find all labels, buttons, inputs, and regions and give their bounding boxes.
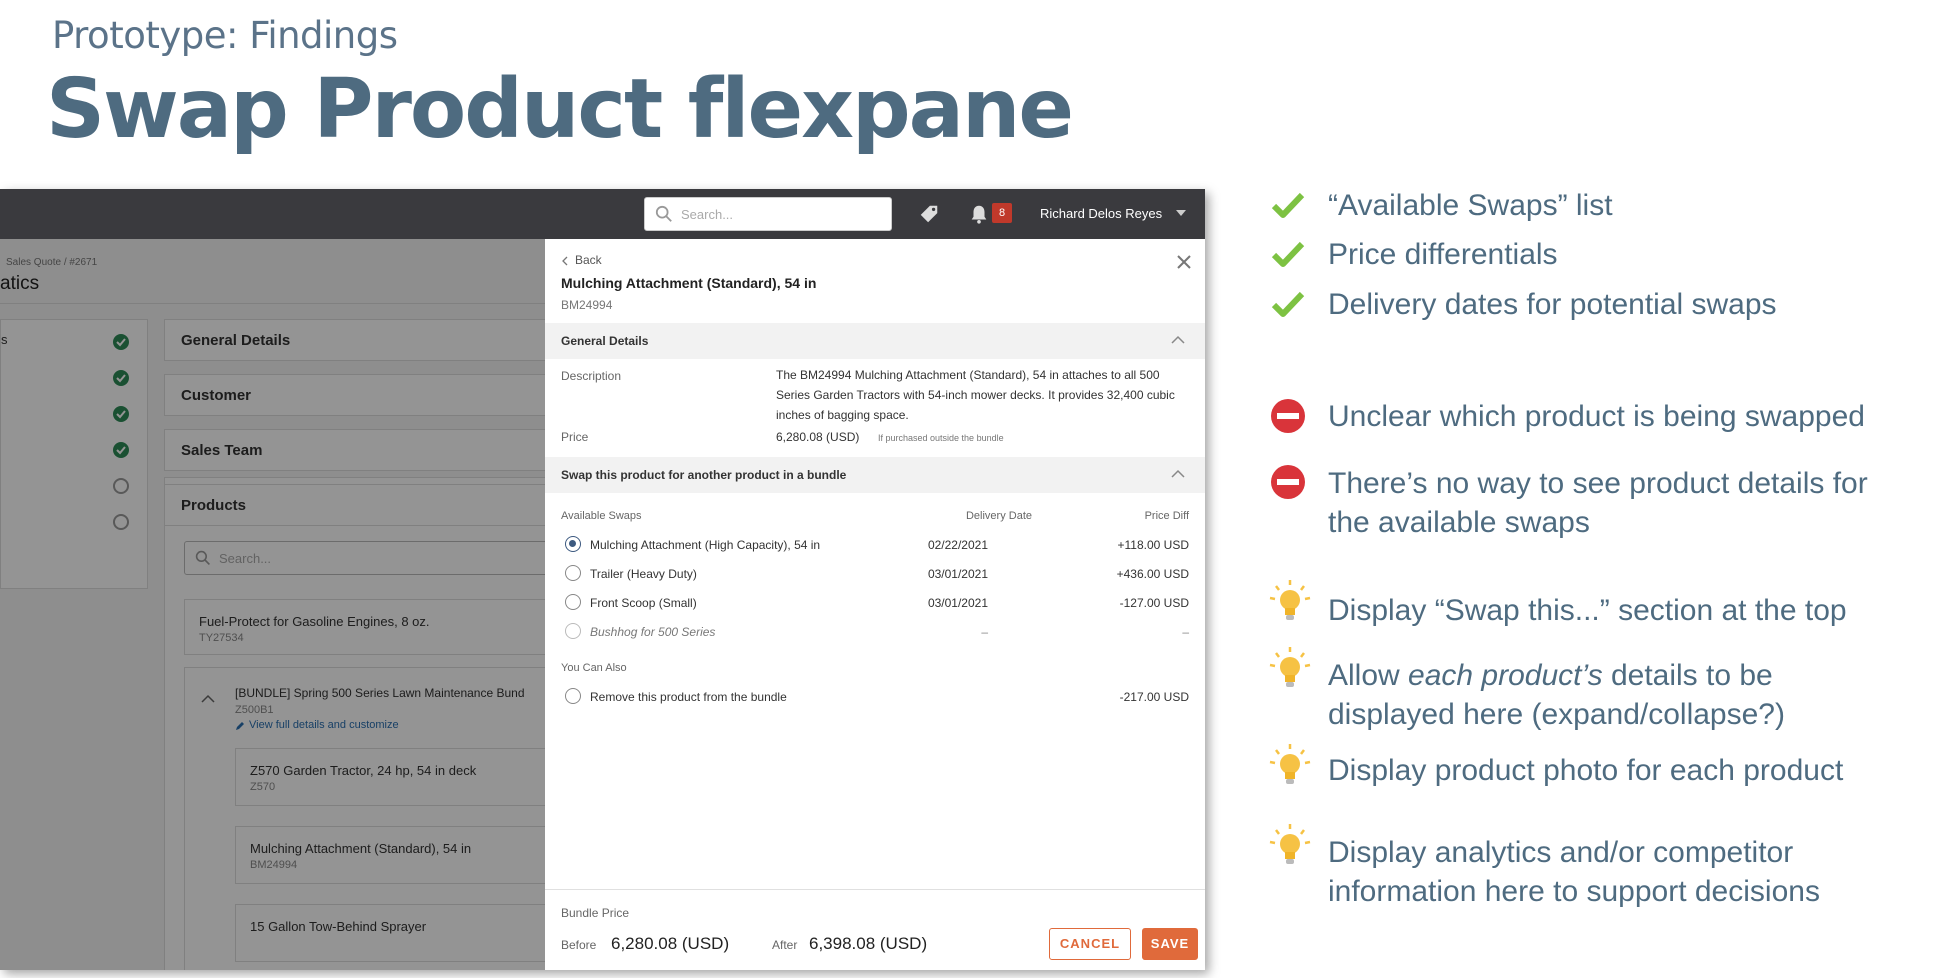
swap-radio[interactable] — [565, 594, 581, 610]
column-header-available: Available Swaps — [561, 510, 642, 522]
swap-section-header[interactable]: Swap this product for another product in… — [545, 457, 1205, 493]
lightbulb-icon — [1269, 647, 1311, 687]
bundle-price-footer: Bundle Price Before 6,280.08 (USD) After… — [545, 889, 1205, 970]
global-search-input[interactable]: Search... — [644, 197, 892, 231]
modal-overlay[interactable] — [0, 239, 545, 970]
no-entry-icon — [1271, 399, 1305, 433]
check-icon — [1271, 241, 1305, 267]
finding-item: Delivery dates for potential swaps — [1328, 288, 1777, 321]
swap-product-flexpane: Back Mulching Attachment (Standard), 54 … — [545, 239, 1205, 970]
slide-title: Swap Product flexpane — [46, 62, 1074, 157]
description-label: Description — [561, 369, 622, 383]
column-header-price-diff: Price Diff — [1144, 510, 1189, 522]
no-entry-icon — [1271, 465, 1305, 499]
finding-item: Display “Swap this...” section at the to… — [1328, 594, 1847, 627]
check-icon — [1271, 291, 1305, 317]
lightbulb-icon — [1269, 824, 1311, 864]
bell-icon[interactable] — [968, 202, 990, 226]
remove-radio[interactable] — [565, 688, 581, 704]
chevron-up-icon[interactable] — [1171, 469, 1185, 479]
finding-item: “Available Swaps” list — [1328, 189, 1613, 222]
finding-item: Display analytics and/or competitor infor… — [1328, 836, 1820, 908]
finding-item: Price differentials — [1328, 238, 1558, 271]
back-link[interactable]: Back — [575, 253, 602, 267]
finding-item: Display product photo for each product — [1328, 754, 1844, 787]
before-label: Before — [561, 938, 597, 952]
general-details-header[interactable]: General Details — [545, 323, 1205, 359]
before-value: 6,280.08 (USD) — [611, 934, 730, 953]
finding-item: Unclear which product is being swapped — [1328, 400, 1865, 433]
check-icon — [1271, 192, 1305, 218]
save-button[interactable]: SAVE — [1142, 928, 1198, 960]
product-sku: BM24994 — [561, 298, 613, 312]
notification-badge: 8 — [992, 203, 1012, 223]
cancel-button[interactable]: CANCEL — [1049, 928, 1131, 960]
swap-radio[interactable] — [565, 536, 581, 552]
column-header-delivery-date: Delivery Date — [965, 510, 1032, 522]
finding-item: There’s no way to see product details fo… — [1328, 467, 1868, 539]
swap-radio[interactable] — [565, 623, 581, 639]
finding-item: Allow each product’s details to be displa… — [1328, 659, 1785, 731]
product-name: Mulching Attachment (Standard), 54 in — [561, 275, 817, 291]
tag-icon[interactable] — [918, 203, 940, 225]
slide-subtitle: Prototype: Findings — [52, 14, 398, 57]
lightbulb-icon — [1269, 744, 1311, 784]
chevron-down-icon[interactable] — [1176, 210, 1186, 216]
lightbulb-icon — [1269, 580, 1311, 620]
description-text: The BM24994 Mulching Attachment (Standar… — [776, 368, 1175, 422]
price-label: Price — [561, 430, 589, 444]
you-can-also-label: You Can Also — [561, 662, 627, 674]
top-navigation-bar: Search... 8 Richard Delos Reyes — [0, 189, 1205, 239]
bundle-price-label: Bundle Price — [561, 906, 630, 920]
search-placeholder: Search... — [681, 207, 734, 222]
after-value: 6,398.08 (USD) — [809, 934, 928, 953]
price-value: 6,280.08 (USD) — [776, 430, 860, 444]
after-label: After — [772, 938, 798, 952]
search-icon — [655, 205, 672, 222]
chevron-left-icon[interactable] — [561, 256, 569, 266]
swap-radio[interactable] — [565, 565, 581, 581]
price-note: If purchased outside the bundle — [878, 433, 1004, 443]
app-screenshot: Search... 8 Richard Delos Reyes Sales Qu… — [0, 189, 1205, 970]
user-menu[interactable]: Richard Delos Reyes — [1040, 206, 1162, 221]
chevron-up-icon[interactable] — [1171, 335, 1185, 345]
close-icon[interactable] — [1175, 253, 1193, 271]
